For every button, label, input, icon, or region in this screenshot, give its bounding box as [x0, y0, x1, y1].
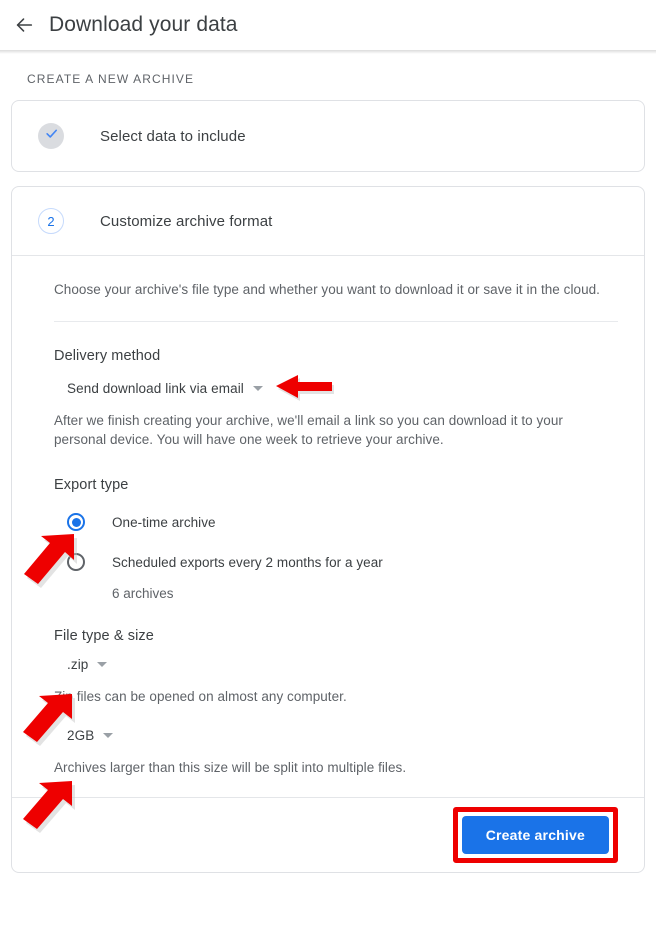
step2-title: Customize archive format — [100, 212, 273, 230]
step1-complete-badge — [38, 123, 64, 149]
step1-title: Select data to include — [100, 127, 246, 145]
app-header: Download your data — [0, 0, 656, 50]
delivery-method-title: Delivery method — [54, 348, 161, 364]
back-arrow-icon — [13, 14, 35, 36]
chevron-down-icon — [252, 386, 263, 391]
step2-lead-text: Choose your archive's file type and whet… — [54, 282, 600, 297]
step-card-customize-format: 2 Customize archive format Choose your a… — [11, 186, 645, 873]
chevron-down-icon — [103, 733, 114, 738]
archive-size-helper: Archives larger than this size will be s… — [54, 760, 407, 775]
page-title: Download your data — [49, 13, 238, 36]
scheduled-archives-count: 6 archives — [112, 586, 174, 601]
download-your-data-page: back it up or use it with a service outs… — [0, 0, 656, 938]
archive-size-value: 2GB — [67, 728, 95, 743]
create-archive-highlight-box: Create archive — [452, 807, 618, 863]
body-bottom-spacer — [54, 777, 618, 797]
export-type-option-scheduled-label: Scheduled exports every 2 months for a y… — [112, 554, 383, 570]
header-divider — [0, 50, 656, 54]
chevron-down-icon — [97, 662, 108, 667]
archive-size-dropdown[interactable]: 2GB — [67, 728, 114, 743]
page-content: CREATE A NEW ARCHIVE Select data to incl… — [0, 54, 656, 873]
export-type-option-one-time[interactable]: One-time archive — [54, 513, 618, 531]
export-type-option-one-time-label: One-time archive — [112, 514, 216, 530]
create-archive-button[interactable]: Create archive — [461, 816, 609, 854]
section-label: CREATE A NEW ARCHIVE — [27, 72, 195, 86]
delivery-method-dropdown[interactable]: Send download link via email — [67, 381, 263, 396]
file-type-helper: Zip files can be opened on almost any co… — [54, 689, 347, 704]
export-type-title: Export type — [54, 477, 129, 493]
step-card-select-data[interactable]: Select data to include — [11, 100, 645, 172]
step2-header[interactable]: 2 Customize archive format — [12, 187, 644, 255]
step2-number-badge: 2 — [38, 208, 64, 234]
radio-one-time-archive[interactable] — [67, 513, 85, 531]
radio-scheduled-exports[interactable] — [67, 553, 85, 571]
delivery-method-helper: After we finish creating your archive, w… — [54, 413, 563, 447]
step1-header: Select data to include — [12, 101, 246, 171]
file-type-size-title: File type & size — [54, 628, 154, 644]
file-type-value: .zip — [67, 657, 89, 672]
lead-divider — [54, 321, 618, 322]
check-icon — [44, 126, 59, 146]
step2-body: Choose your archive's file type and whet… — [12, 256, 644, 797]
file-type-dropdown[interactable]: .zip — [67, 657, 108, 672]
back-button[interactable] — [7, 8, 41, 42]
step2-footer: Create archive — [12, 798, 644, 872]
export-type-option-scheduled[interactable]: Scheduled exports every 2 months for a y… — [54, 553, 618, 571]
delivery-method-value: Send download link via email — [67, 381, 244, 396]
